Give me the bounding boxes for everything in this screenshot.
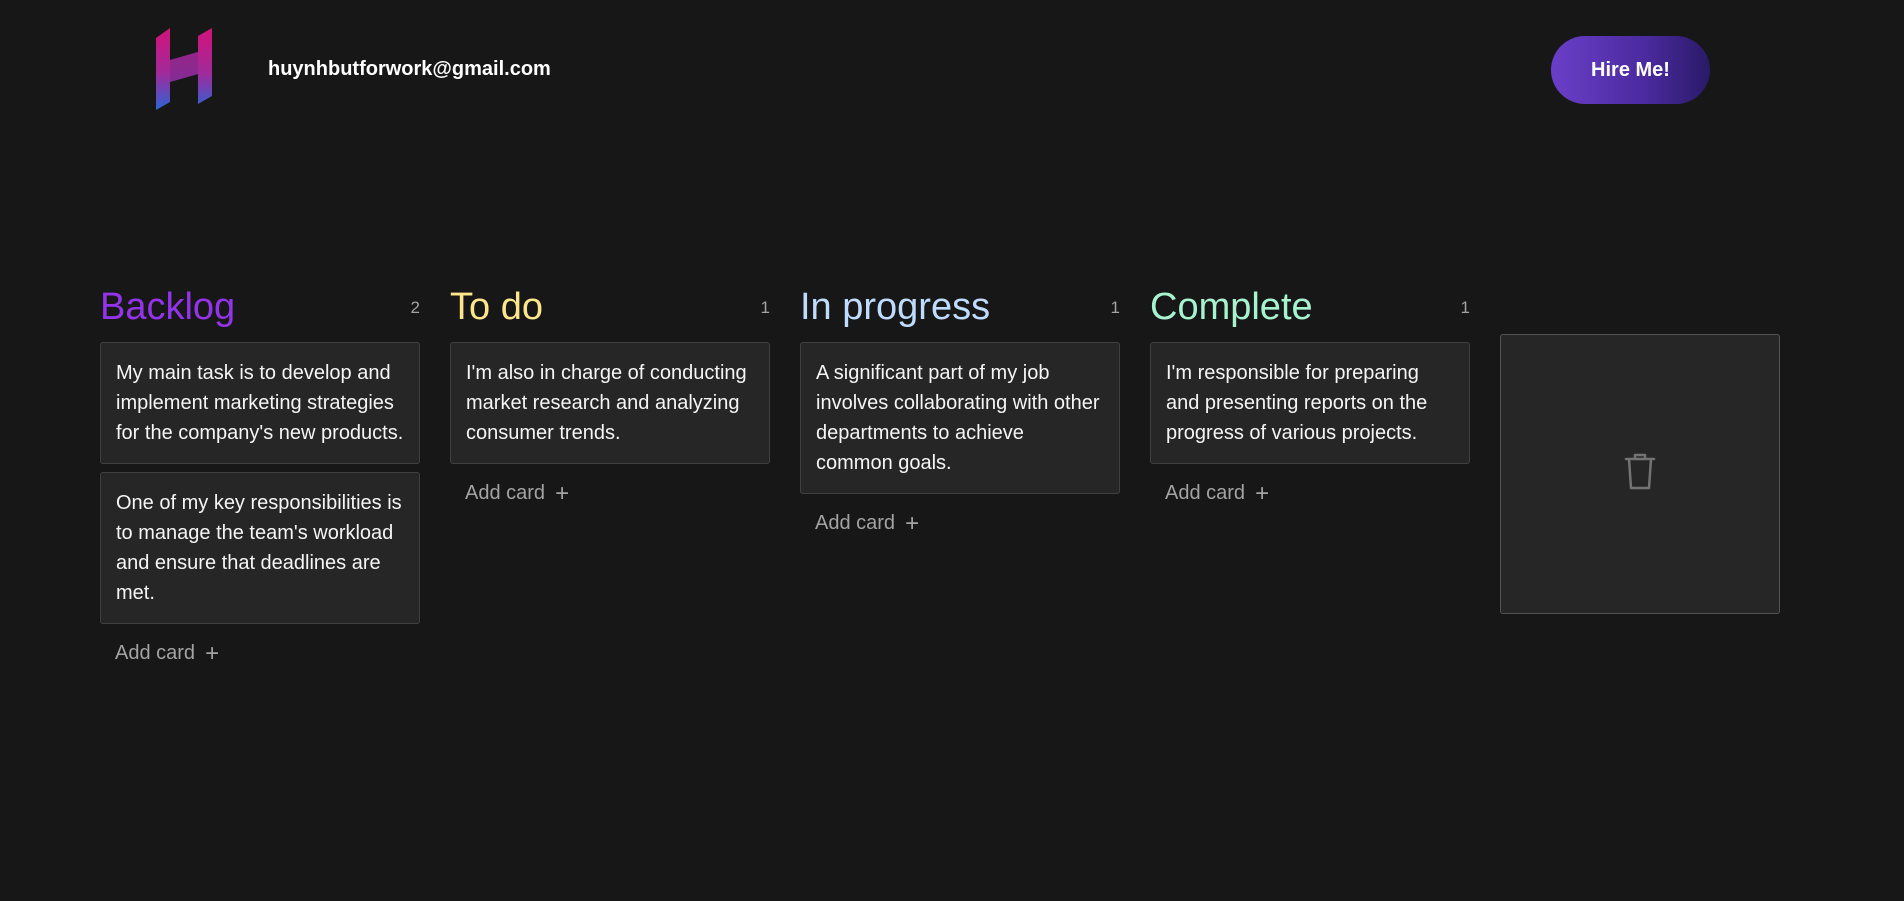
hire-me-button[interactable]: Hire Me! (1551, 36, 1710, 104)
card[interactable]: I'm also in charge of conducting market … (450, 342, 770, 464)
email-text: huynhbutforwork@gmail.com (268, 58, 551, 80)
add-card-button[interactable]: Add card + (800, 502, 934, 545)
column-title: In progress (800, 286, 991, 328)
h-logo-icon[interactable] (152, 26, 216, 112)
card[interactable]: I'm responsible for preparing and presen… (1150, 342, 1470, 464)
column-title: To do (450, 286, 543, 328)
column-header: In progress 1 (800, 282, 1120, 328)
plus-icon: + (905, 509, 920, 537)
add-card-button[interactable]: Add card + (100, 632, 234, 675)
card[interactable]: A significant part of my job involves co… (800, 342, 1120, 494)
kanban-board: Backlog 2 My main task is to develop and… (100, 282, 1470, 675)
card[interactable]: My main task is to develop and implement… (100, 342, 420, 464)
column-title: Backlog (100, 286, 236, 328)
add-card-label: Add card (815, 512, 896, 534)
column-header: Complete 1 (1150, 282, 1470, 328)
column-count: 1 (1460, 298, 1470, 317)
add-card-label: Add card (465, 482, 546, 504)
column-count: 1 (760, 298, 770, 317)
plus-icon: + (1255, 479, 1270, 507)
column-backlog: Backlog 2 My main task is to develop and… (100, 282, 420, 675)
column-complete: Complete 1 I'm responsible for preparing… (1150, 282, 1470, 675)
plus-icon: + (205, 639, 220, 667)
header: huynhbutforwork@gmail.com Hire Me! (0, 0, 1904, 140)
column-count: 1 (1110, 298, 1120, 317)
column-todo: To do 1 I'm also in charge of conducting… (450, 282, 770, 675)
trash-dropzone[interactable] (1500, 334, 1780, 614)
plus-icon: + (555, 479, 570, 507)
add-card-button[interactable]: Add card + (1150, 472, 1284, 515)
trash-icon (1624, 453, 1656, 496)
column-title: Complete (1150, 286, 1313, 328)
add-card-button[interactable]: Add card + (450, 472, 584, 515)
column-count: 2 (410, 298, 420, 317)
add-card-label: Add card (115, 642, 196, 664)
column-header: To do 1 (450, 282, 770, 328)
column-header: Backlog 2 (100, 282, 420, 328)
column-in-progress: In progress 1 A significant part of my j… (800, 282, 1120, 675)
card[interactable]: One of my key responsibilities is to man… (100, 472, 420, 624)
add-card-label: Add card (1165, 482, 1246, 504)
